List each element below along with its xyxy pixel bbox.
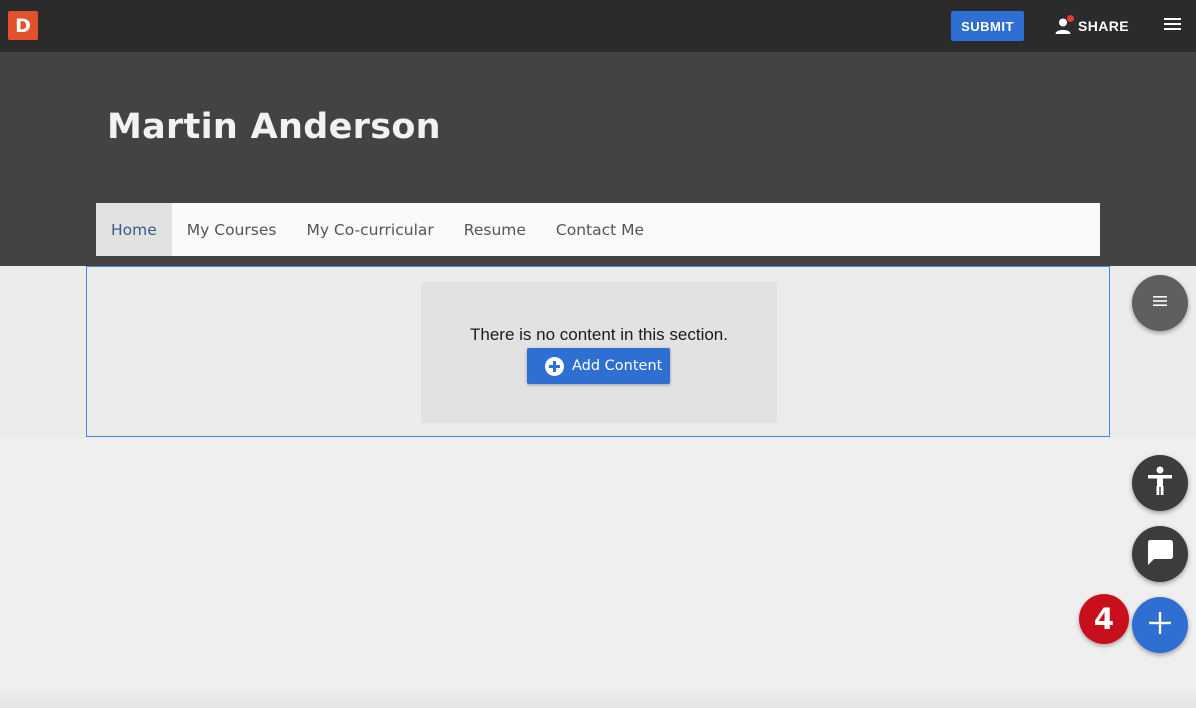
menu-icon[interactable]	[1164, 18, 1181, 34]
list-icon	[1152, 294, 1168, 312]
share-button[interactable]: SHARE	[1054, 13, 1129, 39]
plus-icon	[1149, 611, 1171, 639]
site-nav: Home My Courses My Co-curricular Resume …	[96, 203, 1100, 256]
notification-dot	[1067, 15, 1074, 22]
empty-section-placeholder: There is no content in this section. Add…	[421, 282, 777, 423]
plus-circle-icon	[545, 356, 564, 376]
chat-button[interactable]	[1132, 526, 1188, 582]
share-label: SHARE	[1078, 18, 1130, 34]
nav-item-contact-me[interactable]: Contact Me	[541, 203, 659, 256]
nav-item-my-courses[interactable]: My Courses	[172, 203, 292, 256]
page-header: Martin Anderson Home My Courses My Co-cu…	[0, 52, 1196, 266]
content-section: There is no content in this section. Add…	[0, 266, 1196, 438]
accessibility-button[interactable]	[1132, 455, 1188, 511]
accessibility-icon	[1146, 466, 1174, 501]
app-logo[interactable]: D	[8, 11, 38, 40]
notification-count-badge[interactable]: 4	[1079, 594, 1129, 644]
chat-icon	[1145, 538, 1175, 571]
nav-item-my-co-curricular[interactable]: My Co-curricular	[291, 203, 448, 256]
section-menu-button[interactable]	[1132, 275, 1188, 331]
bottom-edge	[0, 688, 1196, 708]
add-content-button[interactable]: Add Content	[527, 348, 670, 384]
nav-item-home[interactable]: Home	[96, 203, 172, 256]
nav-item-resume[interactable]: Resume	[449, 203, 541, 256]
top-bar: D SUBMIT SHARE	[0, 0, 1196, 52]
add-button[interactable]	[1132, 597, 1188, 653]
section-selection-outline[interactable]: There is no content in this section. Add…	[86, 266, 1110, 437]
submit-button[interactable]: SUBMIT	[951, 11, 1024, 41]
empty-section-message: There is no content in this section.	[470, 325, 728, 344]
page-title: Martin Anderson	[107, 107, 441, 147]
add-content-label: Add Content	[572, 358, 663, 374]
person-icon	[1054, 15, 1074, 35]
